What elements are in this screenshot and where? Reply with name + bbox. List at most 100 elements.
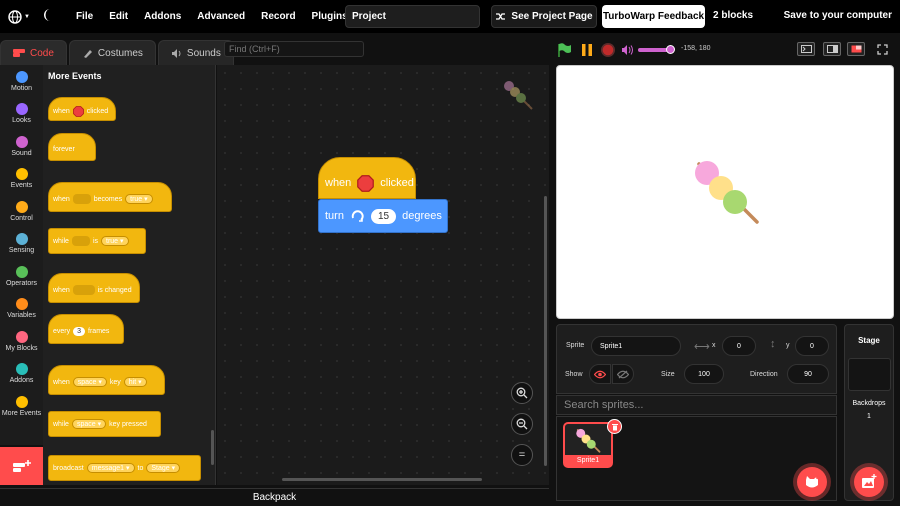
variables-dot-icon [15,298,28,311]
zoom-in-button[interactable] [511,382,533,404]
see-project-page-button[interactable]: See Project Page [491,5,597,28]
message-dropdown[interactable]: message1 ▾ [86,463,135,473]
save-to-computer-button[interactable]: Save to your computer [784,10,892,21]
workspace-vertical-scrollbar[interactable] [544,196,547,466]
y-input[interactable]: 0 [795,336,829,356]
find-input[interactable]: Find (Ctrl+F) [224,41,364,57]
show-visible-button[interactable] [589,364,611,384]
category-events[interactable]: Events [0,163,43,196]
category-operators[interactable]: Operators [0,260,43,293]
direction-input[interactable]: 90 [787,364,829,384]
console-icon [800,45,812,53]
sprite-search-input[interactable]: Search sprites... [556,395,837,415]
category-sound[interactable]: Sound [0,130,43,163]
tab-sounds[interactable]: Sounds [157,40,234,65]
block-text: degrees [402,210,442,222]
tab-code[interactable]: Code [0,40,67,65]
block-when-becomes[interactable]: when becomes true ▾ [48,182,172,212]
feedback-button[interactable]: TurboWarp Feedback [602,5,705,28]
add-backdrop-button[interactable] [854,467,884,497]
block-forever[interactable]: forever [48,133,96,161]
dropdown-value: space [77,379,97,386]
category-addons[interactable]: Addons [0,358,43,391]
category-sensing[interactable]: Sensing [0,228,43,261]
category-variables[interactable]: Variables [0,293,43,326]
category-control[interactable]: Control [0,195,43,228]
block-text: when [53,378,70,386]
menu-advanced[interactable]: Advanced [197,11,245,22]
dropdown-value: true [106,238,119,245]
reporter-slot[interactable] [72,285,95,295]
project-title-input[interactable]: Project [345,5,480,28]
boolean-slot[interactable] [72,194,91,204]
script-turn-block[interactable]: turn 15 degrees [318,199,448,233]
sprite-name-input[interactable]: Sprite1 [591,336,681,356]
block-when-changed[interactable]: when is changed [48,273,140,303]
dropdown-value: true [130,196,143,203]
workspace-horizontal-scrollbar[interactable] [282,478,482,481]
script-hat-when-stop-clicked[interactable]: when clicked [318,157,416,199]
palette-scrollbar[interactable] [211,430,214,465]
menu-file[interactable]: File [76,11,93,22]
add-extension-button[interactable] [0,447,43,485]
block-text: when [53,107,70,115]
volume-slider-knob[interactable] [666,45,675,54]
sprite-thumbnail[interactable]: Sprite1 [563,419,622,468]
menu-addons[interactable]: Addons [144,11,181,22]
x-input[interactable]: 0 [722,336,756,356]
green-flag-icon[interactable] [556,42,572,58]
stop-icon[interactable] [600,42,616,58]
block-when-stop-clicked[interactable]: when clicked [48,97,116,121]
stage-thumbnail[interactable] [848,358,891,391]
large-stage-button[interactable] [847,42,865,56]
category-more-events[interactable]: More Events [0,390,43,423]
block-text: key [109,378,121,386]
becomes-dropdown[interactable]: true ▾ [125,194,153,204]
pause-icon[interactable] [579,42,595,58]
key-dropdown[interactable]: space ▾ [72,377,107,387]
delete-sprite-button[interactable] [607,419,622,434]
block-every-frames[interactable]: every 3 frames [48,314,124,344]
theme-toggle[interactable] [42,8,54,25]
block-when-key-hit[interactable]: when space ▾ key hit ▾ [48,365,165,395]
zoom-reset-button[interactable]: = [511,444,533,466]
boolean-slot[interactable] [71,236,90,246]
zoom-out-button[interactable] [511,413,533,435]
backdrops-label: Backdrops [852,400,886,407]
degrees-input[interactable]: 15 [370,208,397,224]
size-input[interactable]: 100 [684,364,724,384]
small-stage-button[interactable] [823,42,841,56]
frames-input[interactable]: 3 [73,326,86,336]
backpack-bar[interactable]: Backpack [0,488,549,506]
target-dropdown[interactable]: Stage ▾ [146,463,181,473]
volume-icon[interactable] [621,44,635,56]
speaker-icon [171,48,181,58]
tab-costumes[interactable]: Costumes [68,40,156,65]
is-dropdown[interactable]: true ▾ [101,236,129,246]
key-dropdown[interactable]: space ▾ [71,419,107,429]
category-motion[interactable]: Motion [0,65,43,98]
block-text: when [53,286,70,294]
category-label: Sensing [8,247,35,255]
console-button[interactable] [797,42,815,56]
volume-slider[interactable] [638,45,675,54]
menu-record[interactable]: Record [261,11,295,22]
sprite-dango-icon[interactable] [689,156,769,236]
block-text: is changed [97,286,132,294]
block-while-key-pressed[interactable]: while space ▾ key pressed [48,411,161,437]
category-looks[interactable]: Looks [0,98,43,131]
add-sprite-button[interactable] [797,467,827,497]
menu-plugins[interactable]: Plugins [312,11,348,22]
block-text: when [53,195,70,203]
hit-dropdown[interactable]: hit ▾ [123,377,147,387]
script-workspace[interactable]: when clicked turn 15 degrees = [217,65,549,485]
category-label: Addons [9,377,34,385]
turbowarp-logo[interactable]: ▼ [8,9,30,24]
block-while-is[interactable]: while is true ▾ [48,228,146,254]
category-my-blocks[interactable]: My Blocks [0,325,43,358]
block-broadcast-to[interactable]: broadcast message1 ▾ to Stage ▾ [48,455,201,481]
stage-canvas[interactable] [556,65,894,319]
show-hidden-button[interactable] [612,364,634,384]
fullscreen-button[interactable] [873,42,891,56]
menu-edit[interactable]: Edit [109,11,128,22]
